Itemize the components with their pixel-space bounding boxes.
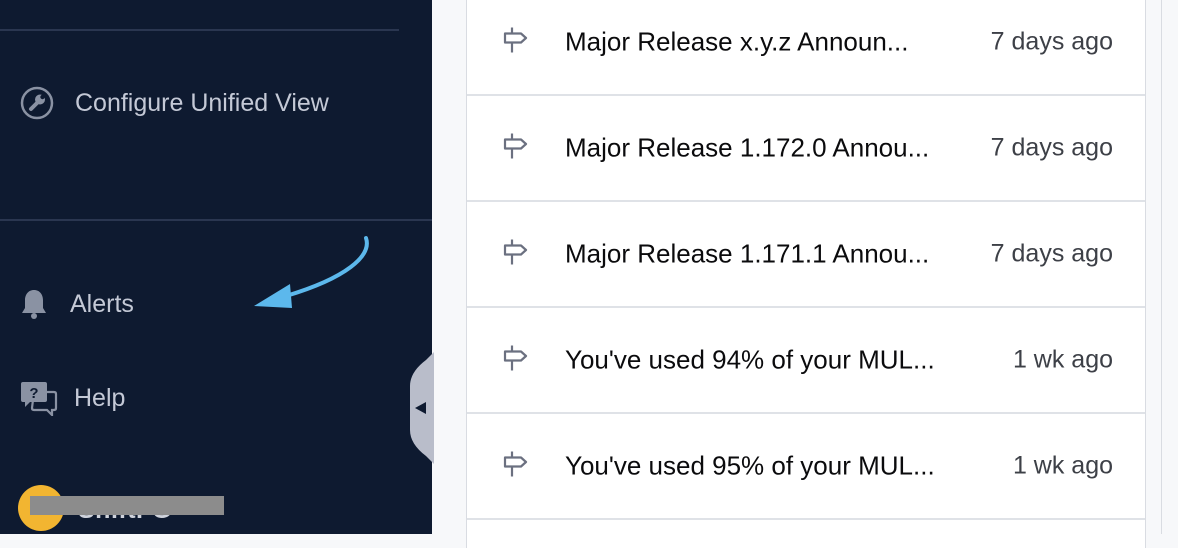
signpost-icon <box>501 343 529 376</box>
notification-title: Major Release x.y.z Announ... <box>565 26 909 56</box>
notification-time: 7 days ago <box>990 133 1113 161</box>
help-chat-icon: ? <box>20 380 58 416</box>
redaction-bar <box>30 496 224 515</box>
notification-list: Major Release x.y.z Announ... 7 days ago… <box>466 0 1146 548</box>
sidebar: Configure Unified View Alerts ? Help Shi… <box>0 0 432 534</box>
notification-title: You've used 95% of your MUL... <box>565 450 935 480</box>
signpost-icon <box>501 25 529 58</box>
signpost-icon <box>501 237 529 270</box>
svg-text:?: ? <box>29 385 38 402</box>
notification-row[interactable]: You've used 94% of your MUL... 1 wk ago <box>467 307 1145 414</box>
sidebar-divider-middle <box>0 219 432 221</box>
notification-time: 1 wk ago <box>1012 451 1113 479</box>
notification-time: 7 days ago <box>990 239 1113 267</box>
sidebar-item-configure-unified-view[interactable]: Configure Unified View <box>20 86 329 120</box>
sidebar-item-label: Configure Unified View <box>75 88 329 117</box>
notification-row[interactable]: Major Release 1.172.0 Annou... 7 days ag… <box>467 95 1145 202</box>
sidebar-item-help[interactable]: ? Help <box>20 380 125 416</box>
notification-row[interactable]: You've used 95% of your MUL... 1 wk ago <box>467 413 1145 520</box>
signpost-icon <box>501 449 529 482</box>
notification-title: Major Release 1.171.1 Annou... <box>565 238 930 268</box>
notification-time: 7 days ago <box>990 27 1113 55</box>
sidebar-item-alerts[interactable]: Alerts <box>20 288 134 320</box>
notification-title: Major Release 1.172.0 Annou... <box>565 132 930 162</box>
sidebar-item-label: Help <box>74 383 126 412</box>
wrench-icon <box>20 86 54 120</box>
notification-row[interactable]: Major Release 1.171.1 Annou... 7 days ag… <box>467 201 1145 308</box>
sidebar-item-label: Alerts <box>70 289 134 318</box>
bell-icon <box>20 288 48 320</box>
signpost-icon <box>501 131 529 164</box>
annotation-arrow-icon <box>254 236 369 308</box>
notification-title: You've used 94% of your MUL... <box>565 344 935 374</box>
content-border <box>1161 0 1162 534</box>
notification-row[interactable]: Major Release x.y.z Announ... 7 days ago <box>467 0 1145 96</box>
notification-time: 1 wk ago <box>1012 345 1113 373</box>
collapse-sidebar-handle[interactable] <box>408 352 434 464</box>
sidebar-divider-top <box>0 29 399 31</box>
